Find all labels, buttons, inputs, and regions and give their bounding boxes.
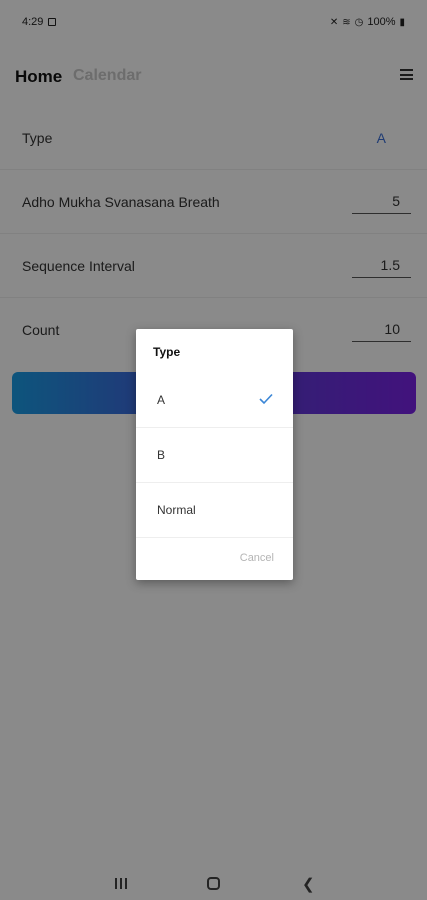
option-label: Normal: [157, 503, 196, 517]
dialog-option-normal[interactable]: Normal: [136, 483, 293, 538]
option-label: B: [157, 448, 166, 462]
cancel-button[interactable]: Cancel: [240, 552, 274, 564]
dialog-title: Type: [153, 345, 181, 359]
dialog-option-a[interactable]: A: [136, 373, 293, 428]
option-label: A: [157, 393, 166, 407]
dialog-option-b[interactable]: B: [136, 428, 293, 483]
check-icon: [259, 393, 273, 405]
type-dialog: Type A B Normal Cancel: [136, 329, 293, 580]
